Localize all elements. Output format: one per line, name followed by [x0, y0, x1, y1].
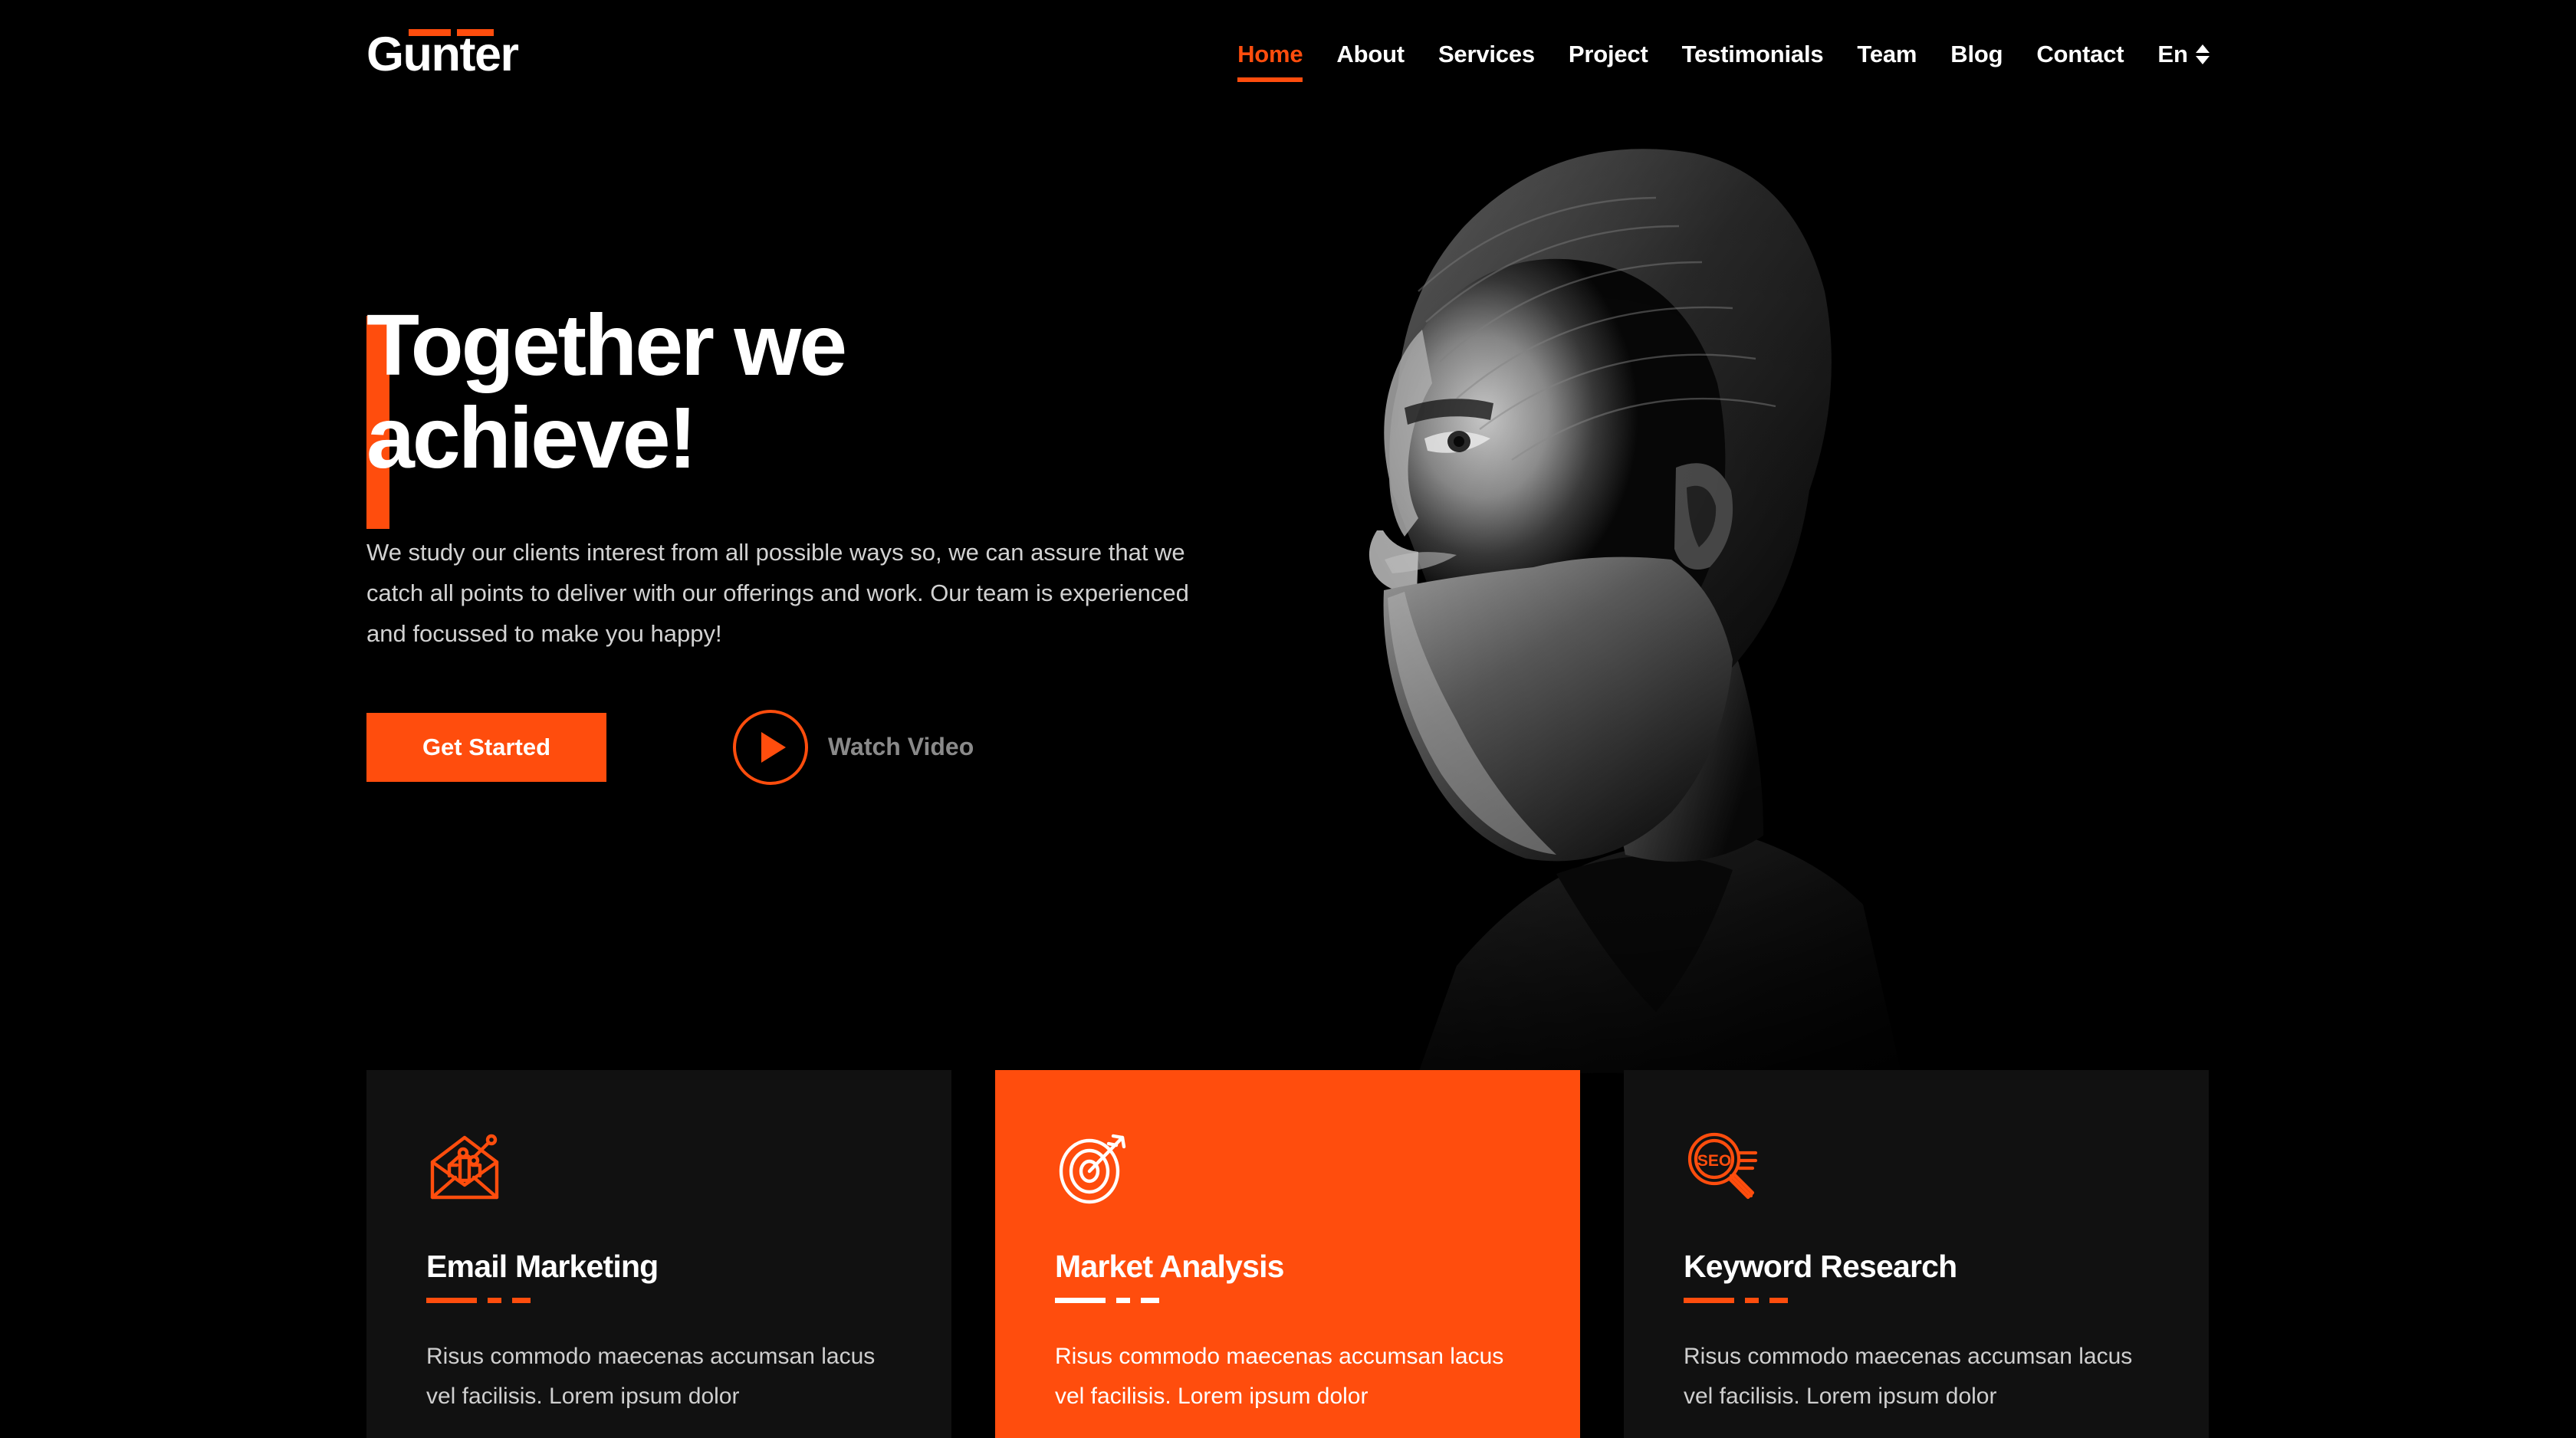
- hero-title-line-2: achieve!: [366, 389, 697, 486]
- hero-title-block: Together we achieve!: [366, 299, 1286, 529]
- service-card-body: Risus commodo maecenas accumsan lacus ve…: [1684, 1344, 2133, 1409]
- get-started-button[interactable]: Get Started: [366, 712, 606, 782]
- services-card-row: Email Marketing Risus commodo maecenas a…: [366, 1070, 2209, 1438]
- watch-video-button[interactable]: Watch Video: [733, 709, 974, 785]
- language-selector[interactable]: En: [2141, 41, 2210, 68]
- nav-item-services[interactable]: Services: [1421, 40, 1552, 68]
- nav-item-testimonials[interactable]: Testimonials: [1665, 40, 1841, 68]
- card-divider: [1055, 1298, 1520, 1304]
- service-card-market-analysis[interactable]: Market Analysis Risus commodo maecenas a…: [995, 1070, 1580, 1438]
- service-card-title: Keyword Research: [1684, 1249, 1957, 1284]
- service-card-keyword-research[interactable]: SEO Keyword Research Risus commodo maece…: [1624, 1070, 2209, 1438]
- nav-item-blog[interactable]: Blog: [1934, 40, 2019, 68]
- nav-item-team[interactable]: Team: [1840, 40, 1934, 68]
- nav-active-underline: [1237, 77, 1303, 83]
- svg-text:SEO: SEO: [1697, 1152, 1731, 1170]
- hero-cta-row: Get Started Watch Video: [366, 709, 1286, 785]
- service-card-title: Market Analysis: [1055, 1249, 1284, 1284]
- service-card-body: Risus commodo maecenas accumsan lacus ve…: [1055, 1344, 1504, 1409]
- hero-paragraph: We study our clients interest from all p…: [366, 538, 1189, 648]
- nav-item-about[interactable]: About: [1319, 40, 1421, 68]
- seo-magnifier-icon: SEO: [1684, 1128, 2149, 1213]
- language-selector-label: En: [2157, 40, 2188, 67]
- nav-item-home[interactable]: Home: [1221, 40, 1319, 83]
- target-arrow-icon: [1055, 1128, 1520, 1213]
- envelope-chart-icon: [426, 1128, 892, 1213]
- landing-page: Gunter Home About Services Project Testi…: [0, 0, 2576, 1438]
- main-navigation: Home About Services Project Testimonials…: [1221, 40, 2210, 83]
- nav-item-contact[interactable]: Contact: [2019, 40, 2141, 68]
- watch-video-label: Watch Video: [828, 733, 974, 761]
- card-divider: [1684, 1298, 2149, 1304]
- hero-section: Together we achieve! We study our client…: [366, 299, 1286, 785]
- service-card-title: Email Marketing: [426, 1249, 659, 1284]
- service-card-body: Risus commodo maecenas accumsan lacus ve…: [426, 1344, 876, 1409]
- brand-logo[interactable]: Gunter: [366, 29, 519, 79]
- hero-title-line-1: Together we: [366, 297, 847, 393]
- hero-portrait-image: [1227, 61, 2346, 1073]
- nav-item-project[interactable]: Project: [1552, 40, 1665, 68]
- site-header: Gunter Home About Services Project Testi…: [0, 0, 2576, 134]
- nav-item-home-label: Home: [1237, 41, 1303, 67]
- service-card-email-marketing[interactable]: Email Marketing Risus commodo maecenas a…: [366, 1070, 951, 1438]
- logo-macron-bar-1: [409, 29, 451, 36]
- logo-macron-bar-2: [457, 29, 494, 36]
- play-icon: [733, 709, 808, 785]
- up-down-arrows-icon: [2196, 44, 2210, 64]
- card-divider: [426, 1298, 892, 1304]
- hero-title: Together we achieve!: [366, 299, 1286, 484]
